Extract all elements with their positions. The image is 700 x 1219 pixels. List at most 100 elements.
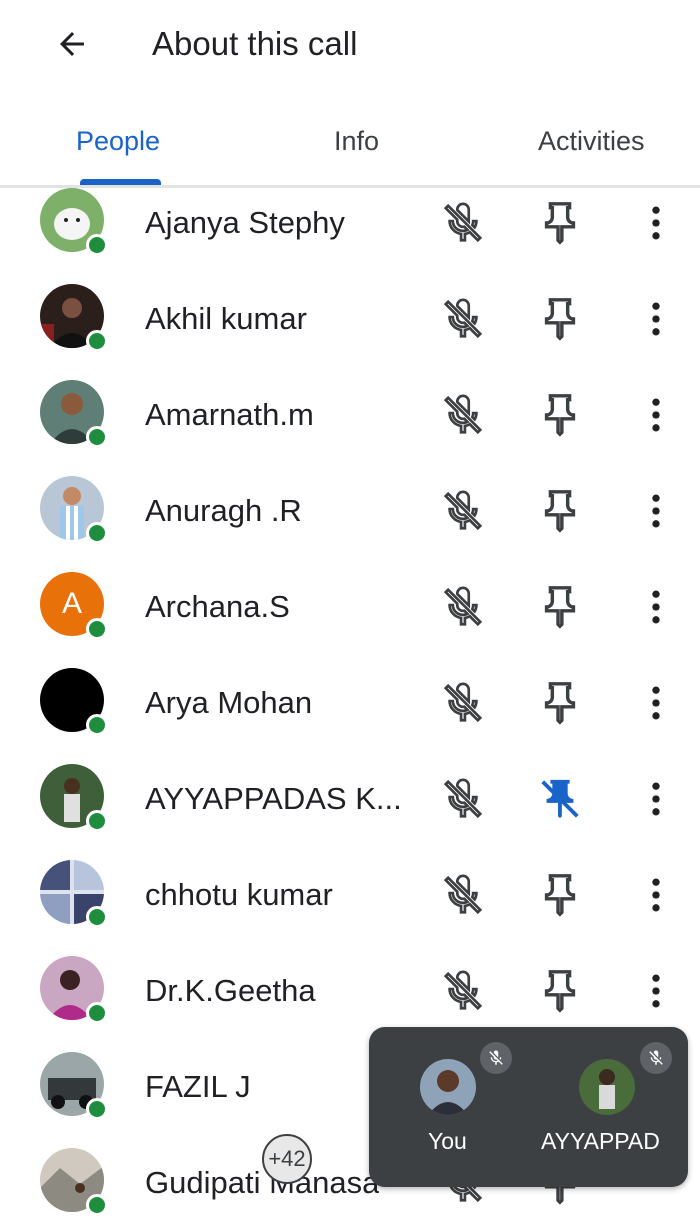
pip-call-window[interactable]: You AYYAPPAD [369, 1027, 688, 1187]
pin-button[interactable] [537, 872, 583, 918]
avatar-container [40, 476, 108, 544]
more-options-button[interactable] [634, 392, 678, 438]
mic-off-icon [443, 586, 483, 627]
participant-name: Amarnath.m [145, 397, 314, 432]
more-vert-icon [652, 686, 660, 720]
pin-icon [544, 394, 576, 437]
pip-label-participant: AYYAPPAD [541, 1128, 660, 1154]
more-options-button[interactable] [634, 584, 678, 630]
more-vert-icon [652, 302, 660, 336]
participant-name: Gudipati Manasa [145, 1165, 380, 1200]
online-status-dot [86, 1002, 108, 1024]
participant-row[interactable]: Ajanya Stephy [0, 176, 700, 272]
back-button[interactable] [44, 18, 100, 70]
mic-off-icon [443, 394, 483, 435]
online-status-dot [86, 234, 108, 256]
participant-name: Ajanya Stephy [145, 205, 345, 240]
avatar-container: A [40, 572, 108, 640]
avatar-container [40, 380, 108, 448]
mic-off-icon [480, 1042, 512, 1074]
online-status-dot [86, 330, 108, 352]
unpin-icon [541, 779, 579, 819]
pip-avatar-self [420, 1059, 476, 1115]
mute-status-button[interactable] [440, 392, 486, 438]
pin-button[interactable] [537, 200, 583, 246]
pin-button[interactable] [537, 584, 583, 630]
online-status-dot [86, 426, 108, 448]
mute-status-button[interactable] [440, 776, 486, 822]
avatar-container [40, 188, 108, 256]
online-status-dot [86, 906, 108, 928]
participant-name: AYYAPPADAS K... [145, 781, 402, 816]
pin-button[interactable] [537, 488, 583, 534]
tab-activities[interactable]: Activities [538, 124, 645, 158]
online-status-dot [86, 1098, 108, 1120]
mic-off-icon [443, 682, 483, 723]
avatar-container [40, 764, 108, 832]
participant-row[interactable]: Anuragh .R [0, 464, 700, 560]
pip-label-self: You [428, 1128, 467, 1154]
participant-name: FAZIL J [145, 1069, 251, 1104]
pin-icon [544, 682, 576, 725]
mic-off-icon [443, 778, 483, 819]
more-vert-icon [652, 494, 660, 528]
mute-status-button[interactable] [440, 584, 486, 630]
more-options-button[interactable] [634, 872, 678, 918]
avatar-container [40, 860, 108, 928]
participant-row[interactable]: AYYAPPADAS K... [0, 752, 700, 848]
online-status-dot [86, 1194, 108, 1216]
pip-tile-self[interactable]: You [369, 1027, 519, 1187]
participant-row[interactable]: Akhil kumar [0, 272, 700, 368]
mic-off-icon [443, 490, 483, 531]
pin-button[interactable] [537, 776, 583, 822]
mute-status-button[interactable] [440, 680, 486, 726]
more-options-button[interactable] [634, 200, 678, 246]
mic-off-icon [443, 202, 483, 243]
avatar-container [40, 668, 108, 736]
mute-status-button[interactable] [440, 200, 486, 246]
pin-icon [544, 874, 576, 917]
pin-button[interactable] [537, 392, 583, 438]
more-vert-icon [652, 398, 660, 432]
more-vert-icon [652, 878, 660, 912]
avatar-container [40, 1052, 108, 1120]
participant-row[interactable]: Amarnath.m [0, 368, 700, 464]
online-status-dot [86, 618, 108, 640]
avatar-initial: A [61, 587, 82, 620]
participant-name: Arya Mohan [145, 685, 313, 720]
arrow-left-icon [60, 32, 84, 56]
avatar-container [40, 284, 108, 352]
participant-row[interactable]: A Archana.S [0, 560, 700, 656]
mic-off-icon [443, 970, 483, 1011]
tab-info[interactable]: Info [334, 124, 379, 158]
participant-row[interactable]: chhotu kumar [0, 848, 700, 944]
avatar-container [40, 956, 108, 1024]
more-options-button[interactable] [634, 680, 678, 726]
pin-button[interactable] [537, 680, 583, 726]
tab-people[interactable]: People [76, 124, 160, 158]
pip-tile-participant[interactable]: AYYAPPAD [519, 1027, 672, 1187]
mute-status-button[interactable] [440, 296, 486, 342]
pin-button[interactable] [537, 296, 583, 342]
pin-button[interactable] [537, 968, 583, 1014]
pin-icon [544, 970, 576, 1013]
mic-off-icon [443, 298, 483, 339]
more-vert-icon [652, 590, 660, 624]
mute-status-button[interactable] [440, 872, 486, 918]
participant-row[interactable]: Arya Mohan [0, 656, 700, 752]
more-options-button[interactable] [634, 776, 678, 822]
online-status-dot [86, 714, 108, 736]
more-options-button[interactable] [634, 296, 678, 342]
participant-name: Anuragh .R [145, 493, 302, 528]
more-options-button[interactable] [634, 968, 678, 1014]
top-app-bar: About this call [0, 0, 700, 92]
online-status-dot [86, 810, 108, 832]
mute-status-button[interactable] [440, 968, 486, 1014]
participant-name: chhotu kumar [145, 877, 333, 912]
more-vert-icon [652, 974, 660, 1008]
page-title: About this call [152, 25, 358, 62]
mute-status-button[interactable] [440, 488, 486, 534]
more-options-button[interactable] [634, 488, 678, 534]
more-participants-badge[interactable]: +42 [262, 1134, 312, 1184]
participant-row[interactable]: Dr.K.Geetha [0, 944, 700, 1040]
